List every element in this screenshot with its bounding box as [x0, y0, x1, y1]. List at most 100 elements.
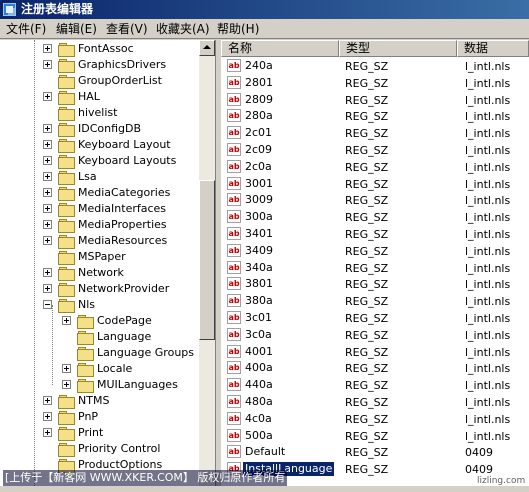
menu-view[interactable]: 查看(V) — [106, 22, 148, 36]
tree-item[interactable]: Priority Control — [0, 441, 198, 457]
expand-plus-icon[interactable] — [43, 156, 52, 165]
tree-item[interactable]: NTMS — [0, 393, 198, 409]
list-row[interactable]: ab 3c0a REG_SZ l_intl.nls — [221, 327, 529, 343]
value-name: 4c0a — [245, 412, 272, 425]
expand-plus-icon[interactable] — [43, 44, 52, 53]
expand-plus-icon[interactable] — [62, 364, 71, 373]
menu-favorites[interactable]: 收藏夹(A) — [156, 22, 210, 36]
list-row[interactable]: ab 280a REG_SZ l_intl.nls — [221, 108, 529, 124]
list-row[interactable]: ab 4001 REG_SZ l_intl.nls — [221, 344, 529, 360]
scroll-up-arrow-icon[interactable] — [199, 40, 215, 56]
list-row[interactable]: ab 2c09 REG_SZ l_intl.nls — [221, 142, 529, 158]
list-row[interactable]: ab 3401 REG_SZ l_intl.nls — [221, 226, 529, 242]
value-name: 480a — [245, 395, 273, 408]
value-type: REG_SZ — [345, 295, 389, 308]
folder-icon — [58, 107, 75, 121]
collapse-minus-icon[interactable] — [43, 300, 52, 309]
tree-item[interactable]: Network — [0, 265, 198, 281]
expand-plus-icon[interactable] — [62, 316, 71, 325]
expand-plus-icon[interactable] — [43, 284, 52, 293]
expand-plus-icon[interactable] — [43, 124, 52, 133]
tree-item[interactable]: IDConfigDB — [0, 121, 198, 137]
tree-item[interactable]: CodePage — [0, 313, 198, 329]
value-type: REG_SZ — [345, 211, 389, 224]
list-row[interactable]: ab 400a REG_SZ l_intl.nls — [221, 360, 529, 376]
list-row[interactable]: ab 440a REG_SZ l_intl.nls — [221, 377, 529, 393]
tree-item[interactable]: NetworkProvider — [0, 281, 198, 297]
scrollbar-thumb[interactable] — [199, 180, 215, 340]
menu-file[interactable]: 文件(F) — [6, 22, 46, 36]
value-data: l_intl.nls — [465, 362, 511, 375]
tree-item[interactable]: MSPaper — [0, 249, 198, 265]
tree-item[interactable]: MUILanguages — [0, 377, 198, 393]
folder-icon — [58, 443, 75, 457]
tree-item[interactable]: MediaProperties — [0, 217, 198, 233]
tree-item[interactable]: Language — [0, 329, 198, 345]
list-row[interactable]: ab 480a REG_SZ l_intl.nls — [221, 394, 529, 410]
column-header-name[interactable]: 名称 — [221, 40, 339, 57]
expand-plus-icon[interactable] — [43, 220, 52, 229]
list-row[interactable]: ab 380a REG_SZ l_intl.nls — [221, 293, 529, 309]
folder-icon — [58, 283, 75, 297]
tree-item[interactable]: Keyboard Layout — [0, 137, 198, 153]
tree-item[interactable]: Lsa — [0, 169, 198, 185]
list-row[interactable]: ab 2c01 REG_SZ l_intl.nls — [221, 125, 529, 141]
expand-plus-icon[interactable] — [43, 396, 52, 405]
value-data: l_intl.nls — [465, 413, 511, 426]
list-row[interactable]: ab 3409 REG_SZ l_intl.nls — [221, 243, 529, 259]
value-type: REG_SZ — [345, 430, 389, 443]
list-row[interactable]: ab 340a REG_SZ l_intl.nls — [221, 260, 529, 276]
tree-item[interactable]: MediaCategories — [0, 185, 198, 201]
folder-icon — [58, 235, 75, 249]
list-row[interactable]: ab Default REG_SZ 0409 — [221, 444, 529, 460]
value-name: 2c01 — [245, 126, 273, 139]
column-header-type[interactable]: 类型 — [339, 40, 457, 57]
list-row[interactable]: ab 2801 REG_SZ l_intl.nls — [221, 75, 529, 91]
list-row[interactable]: ab 3801 REG_SZ l_intl.nls — [221, 276, 529, 292]
list-row[interactable]: ab 2809 REG_SZ l_intl.nls — [221, 92, 529, 108]
value-data: l_intl.nls — [465, 211, 511, 224]
expand-plus-icon[interactable] — [43, 188, 52, 197]
menu-edit[interactable]: 编辑(E) — [56, 22, 97, 36]
list-row[interactable]: ab 300a REG_SZ l_intl.nls — [221, 209, 529, 225]
column-header-data[interactable]: 数据 — [457, 40, 529, 57]
expand-plus-icon[interactable] — [43, 92, 52, 101]
tree-item-label: hivelist — [78, 106, 118, 119]
tree-scrollbar[interactable] — [199, 40, 215, 492]
registry-tree[interactable]: FontAssoc GraphicsDrivers GroupOrderList HA… — [0, 40, 216, 492]
tree-item[interactable]: Nls — [0, 297, 198, 313]
tree-item[interactable]: MediaInterfaces — [0, 201, 198, 217]
expand-plus-icon[interactable] — [62, 380, 71, 389]
expand-plus-icon[interactable] — [43, 60, 52, 69]
list-row[interactable]: ab 3001 REG_SZ l_intl.nls — [221, 176, 529, 192]
tree-item[interactable]: GraphicsDrivers — [0, 57, 198, 73]
tree-item-label: Lsa — [78, 170, 97, 183]
tree-item[interactable]: MediaResources — [0, 233, 198, 249]
expand-plus-icon[interactable] — [43, 428, 52, 437]
menu-help[interactable]: 帮助(H) — [217, 22, 259, 36]
list-row[interactable]: ab 2c0a REG_SZ l_intl.nls — [221, 159, 529, 175]
list-row[interactable]: ab 240a REG_SZ l_intl.nls — [221, 58, 529, 74]
list-row[interactable]: ab 4c0a REG_SZ l_intl.nls — [221, 411, 529, 427]
tree-item[interactable]: Keyboard Layouts — [0, 153, 198, 169]
value-data: l_intl.nls — [465, 245, 511, 258]
values-list[interactable]: 名称 类型 数据 ab 240a REG_SZ l_intl.nls ab 2801 REG… — [221, 40, 529, 492]
tree-item[interactable]: HAL — [0, 89, 198, 105]
expand-plus-icon[interactable] — [43, 204, 52, 213]
tree-item[interactable]: Language Groups — [0, 345, 198, 361]
tree-item[interactable]: GroupOrderList — [0, 73, 198, 89]
tree-item[interactable]: FontAssoc — [0, 41, 198, 57]
expand-plus-icon[interactable] — [43, 236, 52, 245]
tree-item[interactable]: Print — [0, 425, 198, 441]
expand-plus-icon[interactable] — [43, 172, 52, 181]
list-row[interactable]: ab 3009 REG_SZ l_intl.nls — [221, 192, 529, 208]
value-type: REG_SZ — [345, 379, 389, 392]
expand-plus-icon[interactable] — [43, 412, 52, 421]
tree-item[interactable]: hivelist — [0, 105, 198, 121]
list-row[interactable]: ab 500a REG_SZ l_intl.nls — [221, 428, 529, 444]
tree-item[interactable]: PnP — [0, 409, 198, 425]
expand-plus-icon[interactable] — [43, 268, 52, 277]
tree-item[interactable]: Locale — [0, 361, 198, 377]
list-row[interactable]: ab 3c01 REG_SZ l_intl.nls — [221, 310, 529, 326]
expand-plus-icon[interactable] — [43, 140, 52, 149]
